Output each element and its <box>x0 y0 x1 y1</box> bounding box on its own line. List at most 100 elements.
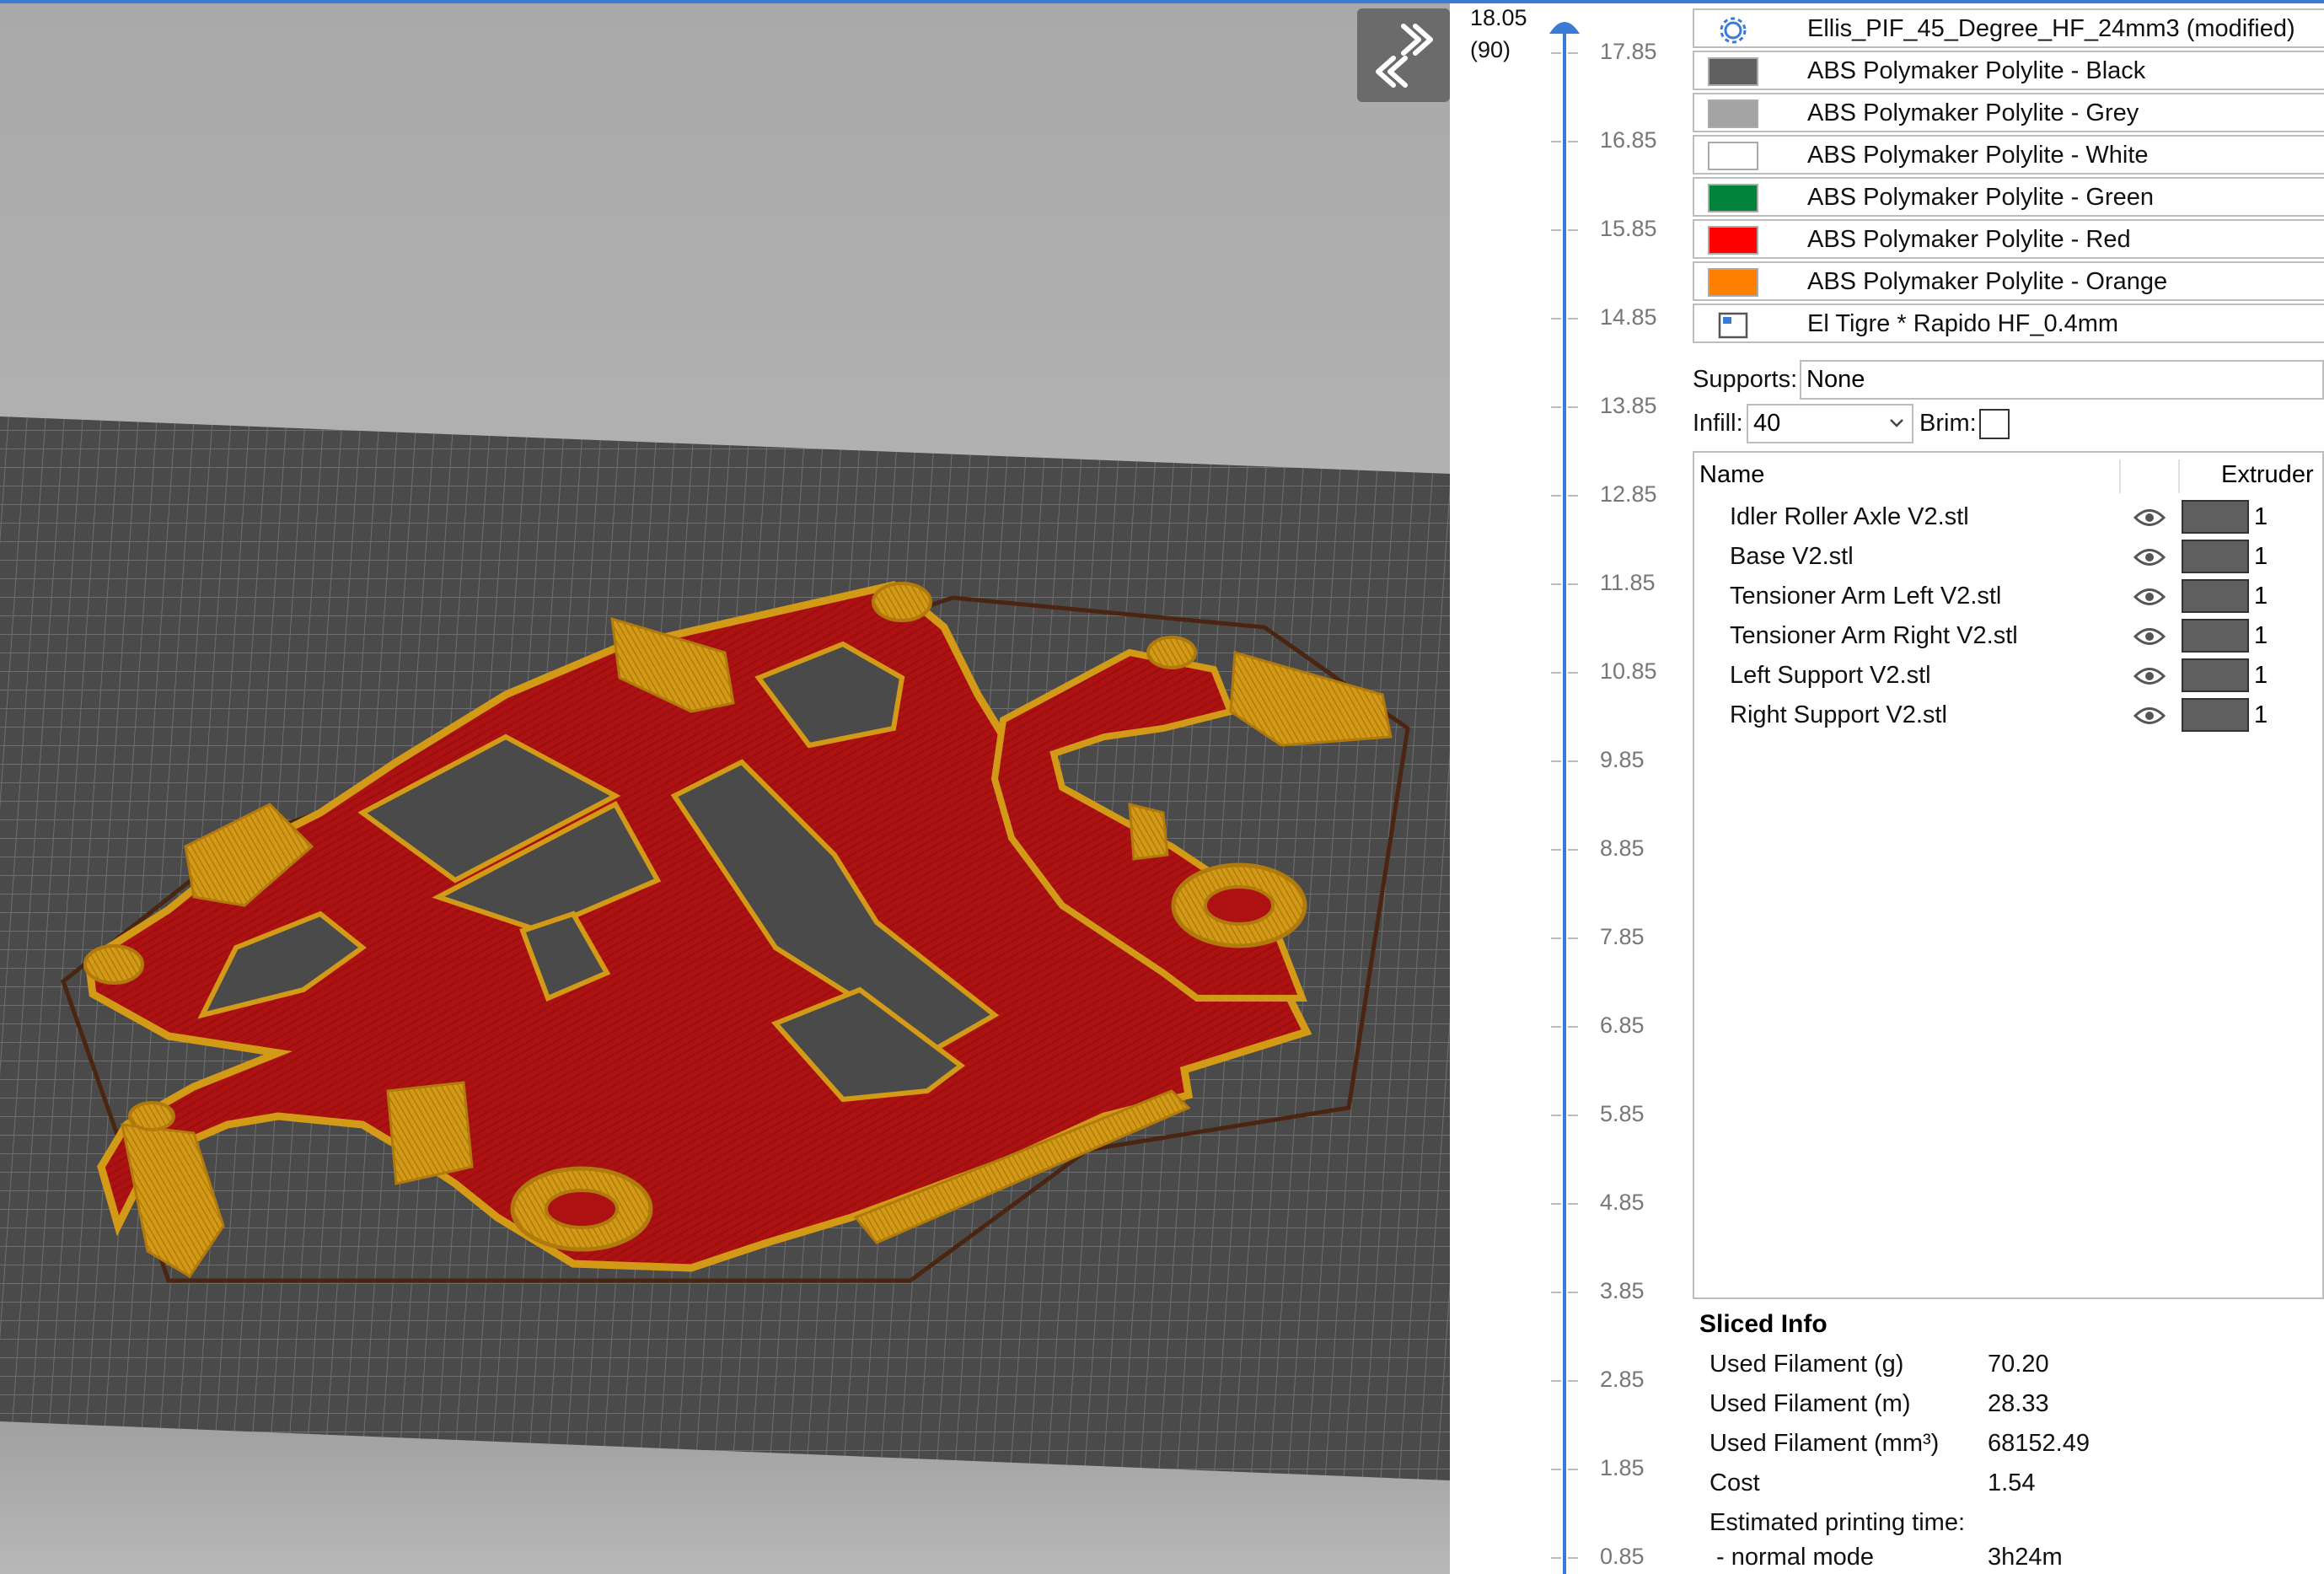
layer-tick-label: 16.85 <box>1600 127 1657 153</box>
chevron-down-icon[interactable] <box>1888 417 1905 429</box>
printer-select[interactable]: El Tigre * Rapido HF_0.4mm <box>1693 304 2324 343</box>
filament-label: ABS Polymaker Polylite - Grey <box>1807 99 2139 126</box>
eye-icon[interactable] <box>2133 586 2166 608</box>
filament-label: ABS Polymaker Polylite - White <box>1807 142 2149 169</box>
object-row[interactable]: Base V2.stl 1 <box>1694 538 2322 577</box>
layer-tick-mark <box>1551 406 1561 408</box>
filament-color-swatch[interactable] <box>1708 268 1758 297</box>
object-row[interactable]: Idler Roller Axle V2.stl 1 <box>1694 498 2322 538</box>
layer-tick-mark <box>1568 760 1578 762</box>
layer-tick-mark <box>1551 495 1561 497</box>
extruder-swatch[interactable] <box>2182 540 2249 573</box>
sliced-info-label: Estimated printing time: <box>1709 1509 1966 1536</box>
infill-value: 40 <box>1753 410 1781 437</box>
brim-checkbox[interactable] <box>1979 409 2010 439</box>
eye-icon[interactable] <box>2133 665 2166 687</box>
layer-tick-mark <box>1551 672 1561 674</box>
filament-select[interactable]: ABS Polymaker Polylite - Grey <box>1693 93 2324 132</box>
filament-color-swatch[interactable] <box>1708 57 1758 86</box>
extruder-number: 1 <box>2254 622 2268 649</box>
layer-tick-label: 8.85 <box>1600 835 1645 861</box>
layer-slider-track[interactable] <box>1563 27 1566 1574</box>
object-row[interactable]: Tensioner Arm Left V2.stl 1 <box>1694 577 2322 617</box>
layer-tick-mark <box>1551 1292 1561 1293</box>
supports-value: None <box>1806 366 1865 393</box>
sliced-info-value: 3h24m <box>1988 1544 2063 1571</box>
layer-tick-label: 9.85 <box>1600 747 1645 772</box>
eye-icon[interactable] <box>2133 546 2166 568</box>
eye-icon[interactable] <box>2133 507 2166 529</box>
eye-icon[interactable] <box>2133 626 2166 647</box>
extruder-swatch[interactable] <box>2182 658 2249 692</box>
extruder-number: 1 <box>2254 503 2268 530</box>
print-profile-select[interactable]: Ellis_PIF_45_Degree_HF_24mm3 (modified) <box>1693 8 2324 48</box>
layer-tick-label: 0.85 <box>1600 1544 1645 1569</box>
object-name: Right Support V2.stl <box>1730 701 1947 728</box>
object-row[interactable]: Tensioner Arm Right V2.stl 1 <box>1694 617 2322 657</box>
layer-tick-mark <box>1568 1203 1578 1205</box>
object-name: Idler Roller Axle V2.stl <box>1730 503 1969 530</box>
layer-slider[interactable]: 18.05 (90) 17.85 16.85 15.85 14.85 13.85 12.8… <box>1450 0 1686 1574</box>
3d-preview-viewport[interactable] <box>0 0 1450 1574</box>
layer-index-readout: (90) <box>1470 37 1511 62</box>
sliced-info-value: 28.33 <box>1988 1390 2049 1417</box>
sliced-info-panel: Sliced Info Used Filament (g) 70.20 Used F… <box>1693 1305 2324 1574</box>
extruder-swatch[interactable] <box>2182 579 2249 613</box>
sliced-info-label: Used Filament (g) <box>1709 1351 1904 1378</box>
layer-tick-mark <box>1551 1469 1561 1470</box>
filament-select[interactable]: ABS Polymaker Polylite - Black <box>1693 51 2324 90</box>
filament-color-swatch[interactable] <box>1708 142 1758 170</box>
column-header-name[interactable]: Name <box>1699 461 1764 489</box>
object-row[interactable]: Right Support V2.stl 1 <box>1694 696 2322 736</box>
layer-tick-mark <box>1551 1557 1561 1559</box>
layer-tick-mark <box>1568 672 1578 674</box>
sliced-info-value: 70.20 <box>1988 1351 2049 1378</box>
layer-tick-mark <box>1568 1115 1578 1116</box>
eye-icon[interactable] <box>2133 705 2166 727</box>
extruder-swatch[interactable] <box>2182 500 2249 534</box>
filament-color-swatch[interactable] <box>1708 99 1758 128</box>
extruder-swatch[interactable] <box>2182 698 2249 732</box>
layer-tick-mark <box>1551 1115 1561 1116</box>
sliced-info-title: Sliced Info <box>1699 1310 1828 1338</box>
preview-canvas[interactable] <box>0 3 1450 1574</box>
extruder-swatch[interactable] <box>2182 619 2249 653</box>
supports-select[interactable]: None <box>1800 360 2324 400</box>
layer-tick-mark <box>1551 1380 1561 1382</box>
filament-label: ABS Polymaker Polylite - Black <box>1807 57 2146 84</box>
filament-color-swatch[interactable] <box>1708 184 1758 212</box>
infill-combobox[interactable]: 40 <box>1747 404 1913 443</box>
column-divider <box>2178 459 2180 493</box>
filament-label: ABS Polymaker Polylite - Red <box>1807 226 2131 253</box>
layer-tick-mark <box>1551 318 1561 320</box>
layer-tick-label: 11.85 <box>1600 570 1656 595</box>
filament-select[interactable]: ABS Polymaker Polylite - Red <box>1693 219 2324 259</box>
layer-tick-mark <box>1568 583 1578 585</box>
filament-select[interactable]: ABS Polymaker Polylite - Green <box>1693 177 2324 217</box>
extruder-number: 1 <box>2254 583 2268 610</box>
filament-color-swatch[interactable] <box>1708 226 1758 255</box>
sliced-info-value: 1.54 <box>1988 1469 2036 1496</box>
layer-tick-mark <box>1551 583 1561 585</box>
filament-label: ABS Polymaker Polylite - Green <box>1807 184 2154 211</box>
filament-select[interactable]: ABS Polymaker Polylite - Orange <box>1693 261 2324 301</box>
layer-tick-label: 1.85 <box>1600 1455 1645 1480</box>
layer-tick-mark <box>1568 52 1578 54</box>
collapse-sidebar-button[interactable] <box>1357 8 1450 102</box>
extruder-number: 1 <box>2254 662 2268 689</box>
layer-tick-label: 15.85 <box>1600 216 1657 241</box>
object-row[interactable]: Left Support V2.stl 1 <box>1694 657 2322 696</box>
extruder-number: 1 <box>2254 543 2268 570</box>
layer-tick-label: 3.85 <box>1600 1278 1645 1303</box>
layer-tick-mark <box>1551 229 1561 231</box>
layer-tick-mark <box>1568 495 1578 497</box>
column-header-extruder[interactable]: Extruder <box>2221 461 2314 489</box>
object-list: Name Extruder Idler Roller Axle V2.stl 1 B… <box>1693 451 2324 1299</box>
filament-select[interactable]: ABS Polymaker Polylite - White <box>1693 135 2324 175</box>
gear-icon <box>1720 17 1747 44</box>
layer-tick-label: 6.85 <box>1600 1013 1645 1038</box>
layer-tick-label: 10.85 <box>1600 658 1657 684</box>
sliced-info-label: - normal mode <box>1709 1544 1875 1571</box>
layer-tick-mark <box>1568 1292 1578 1293</box>
slider-thumb-icon[interactable] <box>1546 15 1583 37</box>
